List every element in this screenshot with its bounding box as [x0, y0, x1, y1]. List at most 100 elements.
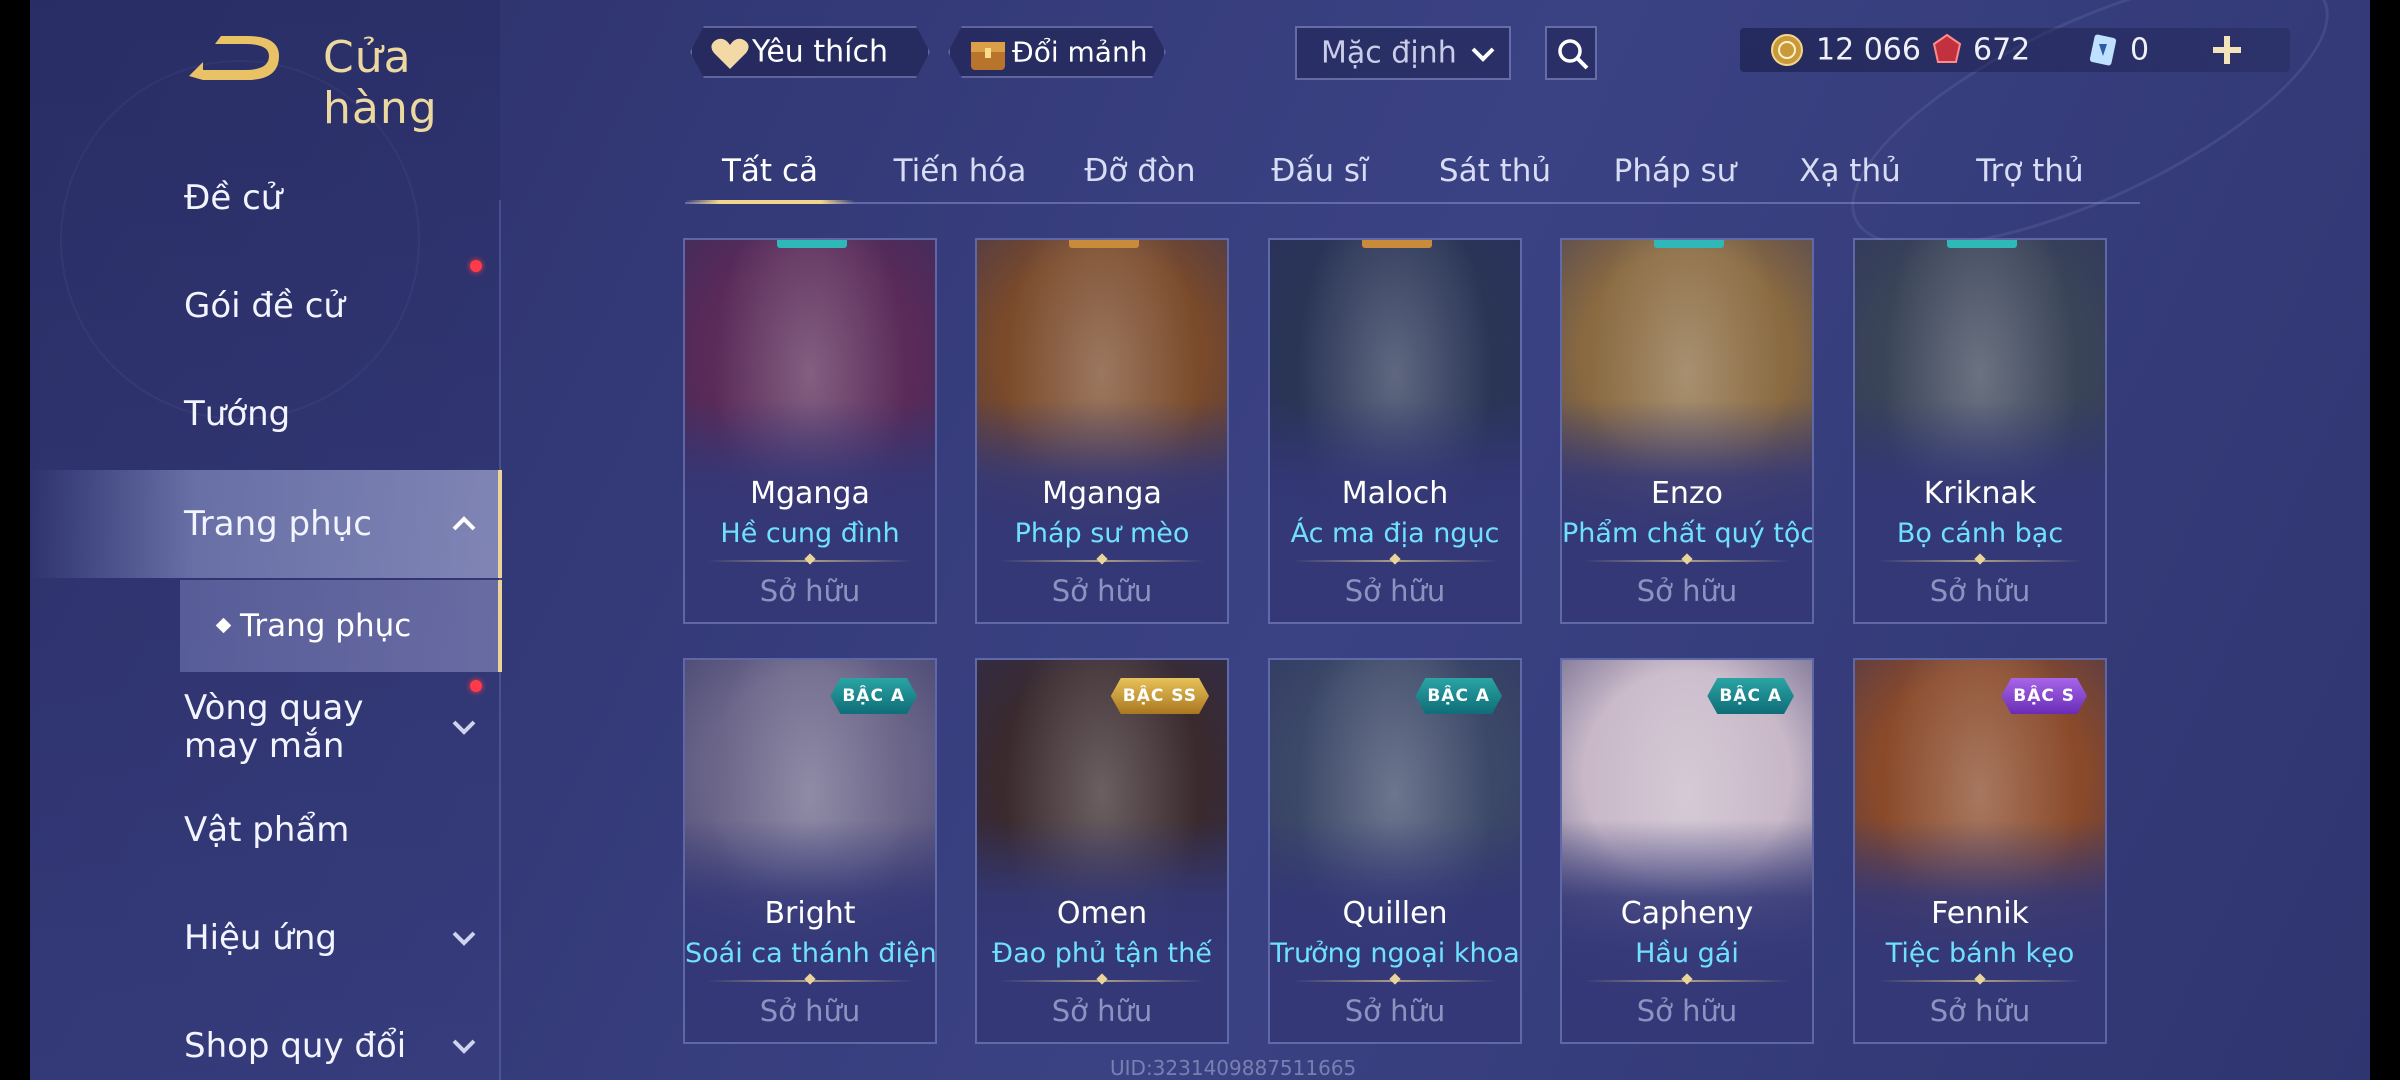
owned-status: Sở hữu — [1929, 994, 2031, 1028]
owned-status: Sở hữu — [1929, 574, 2031, 608]
tier-badge: BẬC A — [1707, 678, 1794, 714]
card-divider — [1584, 980, 1790, 982]
skin-card[interactable]: BẬC A Quillen Trưởng ngoại khoa Sở hữu — [1268, 658, 1522, 1044]
notification-dot — [470, 260, 482, 272]
skin-name: Hầu gái — [1635, 938, 1739, 969]
card-divider — [1584, 560, 1790, 562]
hero-name: Mganga — [1042, 476, 1162, 511]
skin-name: Tiệc bánh kẹo — [1885, 938, 2075, 969]
search-button[interactable] — [1545, 26, 1597, 80]
sort-selected-value: Mặc định — [1321, 35, 1457, 71]
sort-dropdown[interactable]: Mặc định — [1295, 26, 1511, 80]
tab-marksman[interactable]: Xạ thủ — [1765, 140, 1935, 202]
tier-tag — [1654, 240, 1724, 248]
page-title: Cửa hàng — [323, 32, 438, 134]
notification-dot — [470, 680, 482, 692]
tier-tag — [777, 240, 847, 248]
owned-status: Sở hữu — [1051, 994, 1153, 1028]
tab-tank[interactable]: Đỡ đòn — [1055, 140, 1225, 202]
skin-name: Đao phủ tận thế — [992, 938, 1212, 969]
sidebar-item-skins[interactable]: Trang phục — [30, 470, 502, 578]
favorites-label: Yêu thích — [752, 34, 888, 70]
card-divider — [707, 980, 913, 982]
sidebar-item-label: Hiệu ứng — [184, 918, 337, 958]
sidebar-item-label: Vòng quay may mắn — [184, 688, 364, 766]
card-divider — [707, 560, 913, 562]
tab-support[interactable]: Trợ thủ — [1945, 140, 2115, 202]
owned-status: Sở hữu — [759, 994, 861, 1028]
skin-name: Bọ cánh bạc — [1896, 518, 2064, 549]
bullet-icon — [215, 617, 232, 634]
sidebar-item-label: Tướng — [184, 394, 291, 434]
sidebar-item-label: Đề cử — [184, 178, 283, 218]
favorites-button[interactable]: Yêu thích — [690, 26, 930, 78]
skin-card[interactable]: BẬC S Fennik Tiệc bánh kẹo Sở hữu — [1853, 658, 2107, 1044]
hero-name: Capheny — [1620, 896, 1754, 931]
tab-mage[interactable]: Pháp sư — [1590, 140, 1760, 202]
gold-coin-icon — [1771, 34, 1803, 66]
skin-card[interactable]: Enzo Phẩm chất quý tộc Sở hữu — [1560, 238, 1814, 624]
tab-fighter[interactable]: Đấu sĩ — [1235, 140, 1405, 202]
hero-name: Maloch — [1341, 476, 1449, 511]
tier-tag — [1362, 240, 1432, 248]
card-divider — [1877, 560, 2083, 562]
sidebar-subitem-label: Trang phục — [240, 608, 412, 644]
sidebar-item-effects[interactable]: Hiệu ứng — [30, 888, 502, 988]
sidebar-item-label: Shop quy đổi — [184, 1026, 407, 1066]
owned-status: Sở hữu — [1636, 994, 1738, 1028]
card-divider — [999, 560, 1205, 562]
hero-name: Bright — [764, 896, 856, 931]
sidebar-item-recommended-packs[interactable]: Gói đề cử — [30, 256, 502, 356]
sidebar-item-heroes[interactable]: Tướng — [30, 364, 502, 464]
chevron-down-icon — [452, 1039, 476, 1054]
card-divider — [1292, 980, 1498, 982]
chevron-up-icon — [452, 516, 476, 531]
exchange-fragments-label: Đổi mảnh — [1012, 35, 1148, 69]
skin-card[interactable]: BẬC A Bright Soái ca thánh điện Sở hữu — [683, 658, 937, 1044]
tab-evolution[interactable]: Tiến hóa — [875, 140, 1045, 202]
card-divider — [1877, 980, 2083, 982]
ruby-amount: 672 — [1973, 32, 2031, 68]
add-currency-button[interactable] — [2205, 28, 2249, 72]
skin-card[interactable]: BẬC SS Omen Đao phủ tận thế Sở hữu — [975, 658, 1229, 1044]
skin-name: Soái ca thánh điện — [685, 938, 937, 969]
sidebar-item-lucky-spin[interactable]: Vòng quay may mắn — [30, 672, 502, 782]
sidebar-subitem-skins[interactable]: Trang phục — [180, 580, 502, 672]
tab-assassin[interactable]: Sát thủ — [1410, 140, 1580, 202]
hero-name: Mganga — [750, 476, 870, 511]
hero-name: Enzo — [1650, 476, 1724, 511]
skin-name: Ác ma địa ngục — [1290, 518, 1500, 549]
chevron-down-icon — [452, 931, 476, 946]
sidebar-item-exchange-shop[interactable]: Shop quy đổi — [30, 996, 502, 1080]
back-button[interactable] — [185, 32, 285, 88]
hero-name: Fennik — [1931, 896, 2029, 931]
card-divider — [999, 980, 1205, 982]
sidebar-item-recommended[interactable]: Đề cử — [30, 148, 502, 248]
voucher-icon — [2089, 34, 2117, 66]
owned-status: Sở hữu — [759, 574, 861, 608]
voucher-amount: 0 — [2130, 32, 2150, 68]
hero-name: Quillen — [1342, 896, 1448, 931]
skin-card[interactable]: Kriknak Bọ cánh bạc Sở hữu — [1853, 238, 2107, 624]
tier-badge: BẬC A — [1415, 678, 1502, 714]
sidebar-item-items[interactable]: Vật phẩm — [30, 780, 502, 880]
exchange-fragments-button[interactable]: Đổi mảnh — [948, 26, 1166, 78]
owned-status: Sở hữu — [1051, 574, 1153, 608]
chest-icon — [968, 34, 1008, 74]
skin-card[interactable]: Mganga Hề cung đình Sở hữu — [683, 238, 937, 624]
skin-card[interactable]: Maloch Ác ma địa ngục Sở hữu — [1268, 238, 1522, 624]
skin-name: Trưởng ngoại khoa — [1270, 938, 1520, 969]
tabs-underline — [685, 202, 2140, 204]
ruby-icon — [1932, 33, 1962, 63]
store-screen: Cửa hàng Đề cử Gói đề cử Tướng Trang phụ… — [30, 0, 2370, 1080]
gold-amount: 12 066 — [1816, 32, 1921, 68]
chevron-down-icon — [452, 720, 476, 735]
skin-card[interactable]: BẬC A Capheny Hầu gái Sở hữu — [1560, 658, 1814, 1044]
tab-all[interactable]: Tất cả — [685, 140, 855, 204]
card-divider — [1292, 560, 1498, 562]
hero-name: Kriknak — [1923, 476, 2037, 511]
chevron-down-icon — [1471, 47, 1495, 62]
tier-badge: BẬC A — [830, 678, 917, 714]
skin-card[interactable]: Mganga Pháp sư mèo Sở hữu — [975, 238, 1229, 624]
heart-icon — [710, 37, 750, 71]
